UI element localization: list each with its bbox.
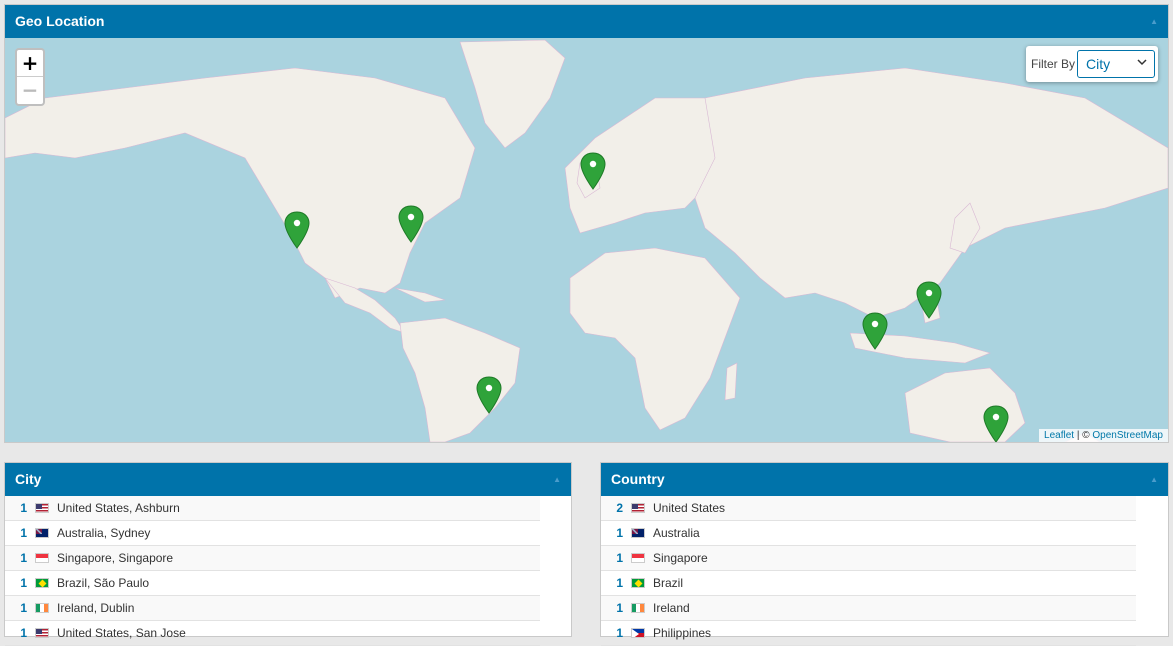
- filter-select[interactable]: City: [1077, 50, 1155, 78]
- list-item: 1 Australia, Sydney: [5, 521, 540, 546]
- list-item: 1 Ireland: [601, 596, 1136, 621]
- list-item: 1 Singapore: [601, 546, 1136, 571]
- visit-count: 1: [20, 601, 27, 615]
- city-panel: City ▲ 1 United States, Ashburn 1 Austra…: [4, 462, 572, 646]
- br-flag-icon: [631, 578, 645, 588]
- country-header[interactable]: Country ▲: [601, 463, 1168, 496]
- attribution-separator: | ©: [1074, 430, 1093, 441]
- city-name: United States, San Jose: [57, 626, 186, 640]
- filter-select-value: City: [1086, 56, 1111, 72]
- au-flag-icon: [631, 528, 645, 538]
- panel-title: Country: [611, 471, 665, 487]
- us-flag-icon: [35, 503, 49, 513]
- list-item: 1 Brazil: [601, 571, 1136, 596]
- map-attribution: Leaflet | © OpenStreetMap: [1039, 429, 1168, 442]
- collapse-icon[interactable]: ▲: [1150, 463, 1158, 496]
- visit-count: 1: [616, 551, 623, 565]
- list-item: 1 Ireland, Dublin: [5, 596, 540, 621]
- city-name: Australia, Sydney: [57, 526, 151, 540]
- us-flag-icon: [35, 628, 49, 638]
- country-name: Australia: [653, 526, 700, 540]
- openstreetmap-link[interactable]: OpenStreetMap: [1092, 430, 1163, 441]
- visit-count: 1: [20, 551, 27, 565]
- leaflet-link[interactable]: Leaflet: [1044, 430, 1074, 441]
- list-item: 1 Brazil, São Paulo: [5, 571, 540, 596]
- visit-count: 1: [616, 626, 623, 640]
- sg-flag-icon: [631, 553, 645, 563]
- br-flag-icon: [35, 578, 49, 588]
- zoom-in-button[interactable]: +: [17, 50, 43, 77]
- country-name: United States: [653, 501, 726, 515]
- list-item: 1 Singapore, Singapore: [5, 546, 540, 571]
- city-name: Singapore, Singapore: [57, 551, 174, 565]
- geo-location-header[interactable]: Geo Location ▲: [5, 5, 1168, 38]
- chevron-down-icon: [1137, 59, 1147, 66]
- country-name: Philippines: [653, 626, 712, 640]
- city-list: 1 United States, Ashburn 1 Australia, Sy…: [5, 496, 571, 646]
- zoom-control: + −: [15, 48, 45, 106]
- filter-control: Filter By City: [1026, 46, 1158, 82]
- visit-count: 1: [20, 576, 27, 590]
- ph-flag-icon: [631, 628, 645, 638]
- country-name: Brazil: [653, 576, 684, 590]
- visit-count: 2: [616, 501, 623, 515]
- sg-flag-icon: [35, 553, 49, 563]
- visit-count: 1: [616, 576, 623, 590]
- country-panel: Country ▲ 2 United States 1 Australia 1 …: [600, 462, 1169, 646]
- country-name: Ireland: [653, 601, 690, 615]
- world-map[interactable]: + − Filter By City Leaflet | © OpenStree…: [5, 38, 1168, 442]
- geo-location-panel: Geo Location ▲ + − Filter By City Leafle…: [4, 4, 1169, 443]
- au-flag-icon: [35, 528, 49, 538]
- city-name: United States, Ashburn: [57, 501, 180, 515]
- visit-count: 1: [20, 501, 27, 515]
- visit-count: 1: [20, 626, 27, 640]
- list-item: 1 United States, Ashburn: [5, 496, 540, 521]
- collapse-icon[interactable]: ▲: [1150, 5, 1158, 38]
- country-list: 2 United States 1 Australia 1 Singapore …: [601, 496, 1168, 646]
- us-flag-icon: [631, 503, 645, 513]
- list-item: 1 Australia: [601, 521, 1136, 546]
- zoom-out-button[interactable]: −: [17, 77, 43, 104]
- visit-count: 1: [20, 526, 27, 540]
- list-item: 1 United States, San Jose: [5, 621, 540, 646]
- panel-title: City: [15, 471, 42, 487]
- city-name: Brazil, São Paulo: [57, 576, 150, 590]
- filter-label: Filter By: [1031, 57, 1076, 71]
- list-item: 2 United States: [601, 496, 1136, 521]
- map-tiles: [5, 39, 1168, 442]
- list-item: 1 Philippines: [601, 621, 1136, 646]
- collapse-icon[interactable]: ▲: [553, 463, 561, 496]
- ie-flag-icon: [631, 603, 645, 613]
- city-header[interactable]: City ▲: [5, 463, 571, 496]
- panel-title: Geo Location: [15, 13, 105, 29]
- country-name: Singapore: [653, 551, 708, 565]
- city-name: Ireland, Dublin: [57, 601, 135, 615]
- visit-count: 1: [616, 526, 623, 540]
- visit-count: 1: [616, 601, 623, 615]
- ie-flag-icon: [35, 603, 49, 613]
